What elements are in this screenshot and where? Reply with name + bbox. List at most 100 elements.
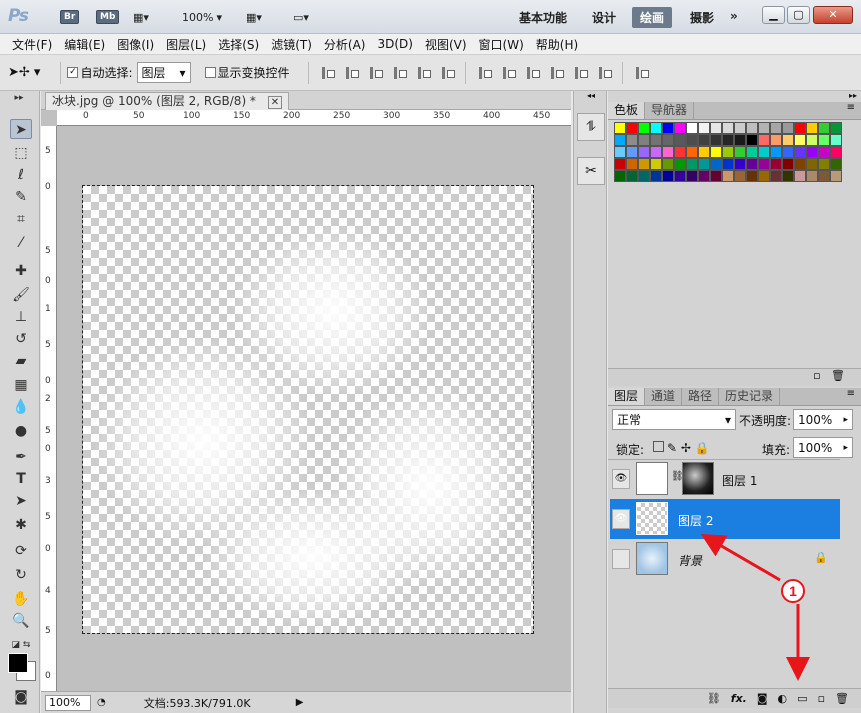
color-swatch[interactable] [626, 170, 638, 182]
default-colors-icon[interactable]: ◪ ⇆ [6, 635, 36, 655]
color-swatch[interactable] [818, 146, 830, 158]
color-swatch[interactable] [758, 134, 770, 146]
color-swatch[interactable] [770, 146, 782, 158]
auto-select-target-dropdown[interactable]: 图层 ▾ [136, 62, 191, 83]
color-swatch[interactable] [710, 158, 722, 170]
workspace-design[interactable]: 设计 [584, 7, 624, 28]
color-swatch[interactable] [638, 170, 650, 182]
panel-menu-icon[interactable]: ≡ [847, 102, 861, 119]
panel-menu-icon[interactable]: ≡ [847, 388, 861, 405]
minimize-button[interactable]: ▁ [762, 6, 785, 24]
status-icon[interactable]: ◔ [97, 697, 106, 708]
color-swatch[interactable] [614, 170, 626, 182]
lock-all-icon[interactable]: 🔒 [695, 441, 710, 455]
color-swatch[interactable] [698, 134, 710, 146]
color-swatch[interactable] [806, 122, 818, 134]
distribute-top-icon[interactable] [477, 66, 492, 80]
tool-presets-icon[interactable]: ✂ [577, 157, 605, 185]
link-icon[interactable]: ⛓ [707, 692, 721, 705]
close-icon[interactable]: ✕ [267, 96, 283, 109]
tab-paths[interactable]: 路径 [682, 388, 720, 405]
zoom-field[interactable]: 100% [45, 694, 91, 711]
color-swatch[interactable] [794, 146, 806, 158]
color-swatch[interactable] [746, 146, 758, 158]
bridge-button[interactable]: Br [60, 7, 80, 27]
color-swatch[interactable] [818, 122, 830, 134]
color-swatch[interactable] [638, 158, 650, 170]
color-swatch[interactable] [806, 158, 818, 170]
color-swatch[interactable] [722, 134, 734, 146]
gradient-tool-icon[interactable]: ▦ [10, 375, 32, 395]
color-swatch[interactable] [794, 134, 806, 146]
color-swatch[interactable] [710, 134, 722, 146]
layer-mask-thumbnail[interactable] [636, 462, 668, 495]
color-swatch[interactable] [734, 122, 746, 134]
color-swatch[interactable] [746, 158, 758, 170]
color-swatch[interactable] [782, 158, 794, 170]
maximize-button[interactable]: ▢ [787, 6, 810, 24]
color-swatch[interactable] [686, 122, 698, 134]
distribute-vcenter-icon[interactable] [501, 66, 516, 80]
blend-mode-dropdown[interactable]: 正常 ▾ [612, 409, 736, 430]
color-swatch[interactable] [614, 134, 626, 146]
color-swatch[interactable] [662, 134, 674, 146]
3d-orbit-tool-icon[interactable]: ↻ [10, 565, 32, 585]
color-swatch[interactable] [638, 122, 650, 134]
new-swatch-icon[interactable]: ▫ [813, 369, 820, 382]
layer-thumbnail[interactable] [636, 542, 668, 575]
move-tool-preset-icon[interactable]: ➤✢ ▾ [8, 65, 40, 80]
color-swatch[interactable] [806, 146, 818, 158]
new-layer-icon[interactable]: ▫ [818, 692, 825, 705]
menu-file[interactable]: 文件(F) [6, 36, 58, 53]
color-swatch[interactable] [734, 146, 746, 158]
status-menu-arrow-icon[interactable]: ▶ [296, 697, 304, 708]
color-swatch[interactable] [806, 134, 818, 146]
menu-edit[interactable]: 编辑(E) [58, 36, 111, 53]
color-swatch[interactable] [626, 134, 638, 146]
align-left-icon[interactable] [392, 66, 407, 80]
color-swatch[interactable] [674, 170, 686, 182]
3d-rotate-tool-icon[interactable]: ⟳ [10, 541, 32, 561]
workspace-photography[interactable]: 摄影 [682, 7, 722, 28]
mask-icon[interactable]: ◙ [757, 692, 768, 705]
adjustment-icon[interactable]: ◐ [778, 692, 788, 705]
color-swatch[interactable] [758, 158, 770, 170]
lock-transparency-icon[interactable] [653, 441, 664, 452]
color-swatch[interactable] [686, 134, 698, 146]
color-swatch[interactable] [710, 122, 722, 134]
color-swatch[interactable] [614, 158, 626, 170]
color-swatch[interactable] [782, 170, 794, 182]
color-swatch[interactable] [818, 170, 830, 182]
workspace-more[interactable]: » [722, 7, 746, 28]
tab-history[interactable]: 历史记录 [719, 388, 781, 405]
color-swatch[interactable] [686, 170, 698, 182]
dodge-tool-icon[interactable]: ● [10, 421, 32, 441]
layer-row[interactable]: 👁 ⛓ 图层 1 [610, 459, 840, 499]
quick-mask-icon[interactable]: ◙ [10, 687, 32, 707]
layer-name[interactable]: 图层 2 [678, 512, 713, 529]
group-icon[interactable]: ▭ [797, 692, 807, 705]
color-swatch[interactable] [818, 134, 830, 146]
canvas-image[interactable] [82, 185, 534, 634]
color-swatch[interactable] [806, 170, 818, 182]
align-top-icon[interactable] [320, 66, 335, 80]
hand-tool-icon[interactable]: ✋ [10, 589, 32, 609]
clone-stamp-tool-icon[interactable]: ⊥ [10, 307, 32, 327]
color-swatch[interactable] [758, 122, 770, 134]
lasso-tool-icon[interactable]: ℓ [10, 165, 32, 185]
color-swatch[interactable] [662, 146, 674, 158]
color-swatch[interactable] [614, 146, 626, 158]
color-swatch[interactable] [674, 146, 686, 158]
lock-position-icon[interactable]: ✢ [681, 441, 691, 455]
color-swatch[interactable] [614, 122, 626, 134]
color-swatch[interactable] [674, 134, 686, 146]
color-swatch[interactable] [674, 122, 686, 134]
color-swatch[interactable] [662, 122, 674, 134]
arrange-documents-button[interactable]: ▦▾ [246, 7, 262, 27]
healing-brush-tool-icon[interactable]: ✚ [10, 261, 32, 281]
align-right-icon[interactable] [440, 66, 455, 80]
quick-selection-tool-icon[interactable]: ✎ [10, 187, 32, 207]
collapse-toolbar-icon[interactable]: ▸▸ [8, 93, 30, 103]
color-swatch[interactable] [638, 134, 650, 146]
color-swatch[interactable] [722, 146, 734, 158]
